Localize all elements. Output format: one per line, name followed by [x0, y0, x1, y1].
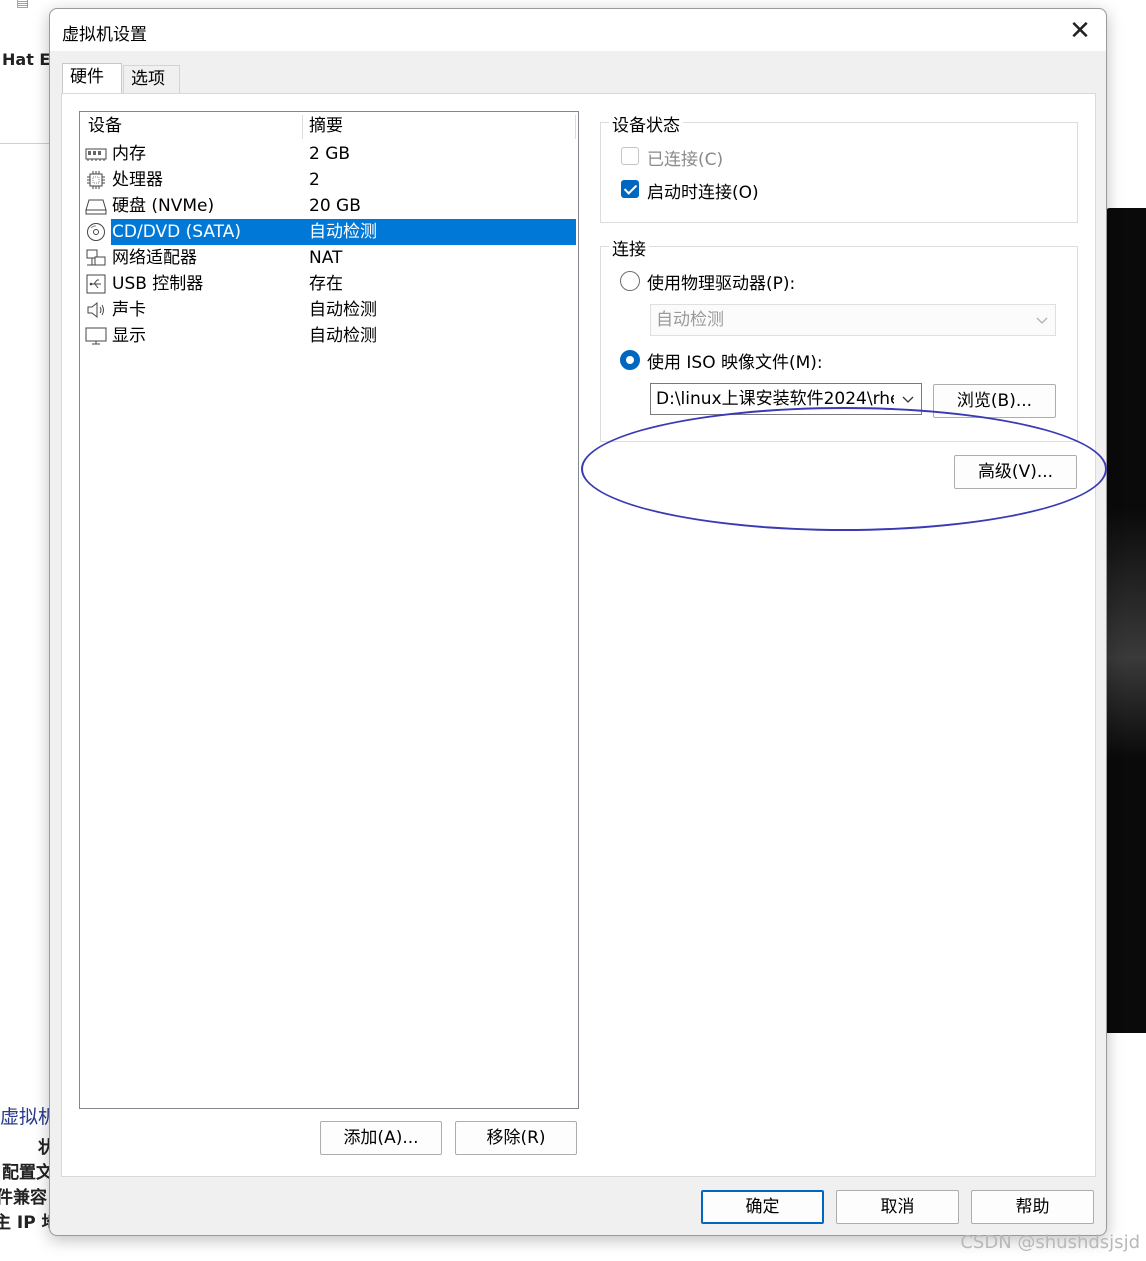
hard-disk-icon	[85, 199, 107, 215]
ok-button[interactable]: 确定	[701, 1190, 824, 1224]
device-summary: 自动检测	[309, 222, 377, 242]
device-row-memory[interactable]: 内存 2 GB	[83, 141, 576, 167]
background-divider	[0, 143, 52, 144]
browse-button[interactable]: 浏览(B)...	[933, 384, 1056, 418]
column-divider	[575, 115, 576, 139]
tab-options[interactable]: 选项	[123, 65, 180, 93]
device-name: 显示	[112, 326, 146, 346]
device-summary: 自动检测	[309, 326, 377, 346]
physical-drive-select[interactable]: 自动检测	[650, 304, 1056, 336]
background-vm-title: Hat E	[2, 50, 51, 69]
device-summary: 自动检测	[309, 300, 377, 320]
device-list[interactable]: 设备 摘要 内存 2 GB 处理器 2 硬盘 (NVMe) 20 GB CD/D…	[79, 111, 579, 1109]
device-name: 内存	[112, 144, 146, 164]
connect-at-power-on-checkbox[interactable]	[621, 180, 639, 198]
connection-group: 连接 使用物理驱动器(P): 自动检测 使用 ISO 映像文件(M): D:\l…	[600, 235, 1078, 442]
advanced-button[interactable]: 高级(V)...	[954, 455, 1077, 489]
connect-at-power-on-label: 启动时连接(O)	[647, 183, 759, 203]
iso-image-radio[interactable]	[620, 350, 640, 370]
iso-path-value: D:\linux上课安装软件2024\rhe	[656, 389, 894, 409]
iso-path-combobox[interactable]: D:\linux上课安装软件2024\rhe	[650, 383, 922, 415]
hardware-panel: 设备 摘要 内存 2 GB 处理器 2 硬盘 (NVMe) 20 GB CD/D…	[61, 93, 1107, 1177]
dialog-title: 虚拟机设置	[62, 25, 147, 45]
toolbar-icon: ▤	[16, 0, 30, 10]
cancel-button[interactable]: 取消	[836, 1190, 959, 1224]
device-name: 处理器	[112, 170, 163, 190]
network-adapter-icon	[86, 249, 106, 266]
device-summary: 20 GB	[309, 196, 361, 216]
physical-drive-value: 自动检测	[656, 310, 724, 330]
tab-hardware[interactable]: 硬件	[62, 63, 122, 93]
device-row-usb[interactable]: USB 控制器 存在	[83, 271, 576, 297]
device-status-title: 设备状态	[609, 111, 683, 136]
device-summary: 存在	[309, 274, 343, 294]
connection-title: 连接	[609, 235, 649, 260]
background-vm-preview	[1104, 208, 1146, 1033]
device-name: USB 控制器	[112, 274, 204, 294]
device-summary: 2 GB	[309, 144, 351, 164]
chevron-down-icon	[902, 396, 914, 403]
remove-device-button[interactable]: 移除(R)	[455, 1121, 577, 1155]
device-row-hard-disk[interactable]: 硬盘 (NVMe) 20 GB	[83, 193, 576, 219]
device-name: 硬盘 (NVMe)	[112, 196, 215, 216]
add-device-button[interactable]: 添加(A)...	[320, 1121, 442, 1155]
column-divider[interactable]	[302, 115, 303, 139]
device-row-cd-dvd[interactable]: CD/DVD (SATA) 自动检测	[83, 219, 576, 245]
device-row-display[interactable]: 显示 自动检测	[83, 323, 576, 349]
speaker-icon	[87, 301, 104, 319]
background-label: 配置文	[2, 1163, 53, 1183]
help-button[interactable]: 帮助	[971, 1190, 1094, 1224]
device-row-sound-card[interactable]: 声卡 自动检测	[83, 297, 576, 323]
column-header-device[interactable]: 设备	[88, 112, 122, 140]
background-label: 件兼容	[0, 1188, 47, 1208]
usb-icon	[86, 274, 106, 294]
device-summary: NAT	[309, 248, 343, 268]
column-header-summary[interactable]: 摘要	[309, 112, 343, 140]
connected-label: 已连接(C)	[647, 150, 724, 170]
chevron-down-icon	[1036, 317, 1048, 324]
connected-checkbox[interactable]	[621, 147, 639, 165]
physical-drive-label: 使用物理驱动器(P):	[647, 274, 796, 294]
watermark: CSDN @shushdsjsjd	[960, 1232, 1140, 1253]
device-status-group: 设备状态 已连接(C) 启动时连接(O)	[600, 111, 1078, 223]
cd-dvd-icon	[87, 223, 105, 241]
device-name: CD/DVD (SATA)	[112, 222, 241, 242]
device-name: 声卡	[112, 300, 146, 320]
dialog-titlebar[interactable]: 虚拟机设置 ✕	[50, 9, 1106, 51]
processor-icon	[87, 171, 105, 189]
device-summary: 2	[309, 170, 320, 190]
iso-image-label: 使用 ISO 映像文件(M):	[647, 353, 823, 373]
close-button[interactable]: ✕	[1066, 17, 1094, 45]
vm-settings-dialog: 虚拟机设置 ✕ 硬件 选项 设备 摘要 内存 2 GB 处理器 2 硬盘 (NV…	[49, 8, 1107, 1236]
device-row-processor[interactable]: 处理器 2	[83, 167, 576, 193]
device-name: 网络适配器	[112, 248, 197, 268]
display-icon	[85, 327, 107, 345]
physical-drive-radio[interactable]	[620, 271, 640, 291]
memory-icon	[85, 148, 107, 161]
device-row-network[interactable]: 网络适配器 NAT	[83, 245, 576, 271]
